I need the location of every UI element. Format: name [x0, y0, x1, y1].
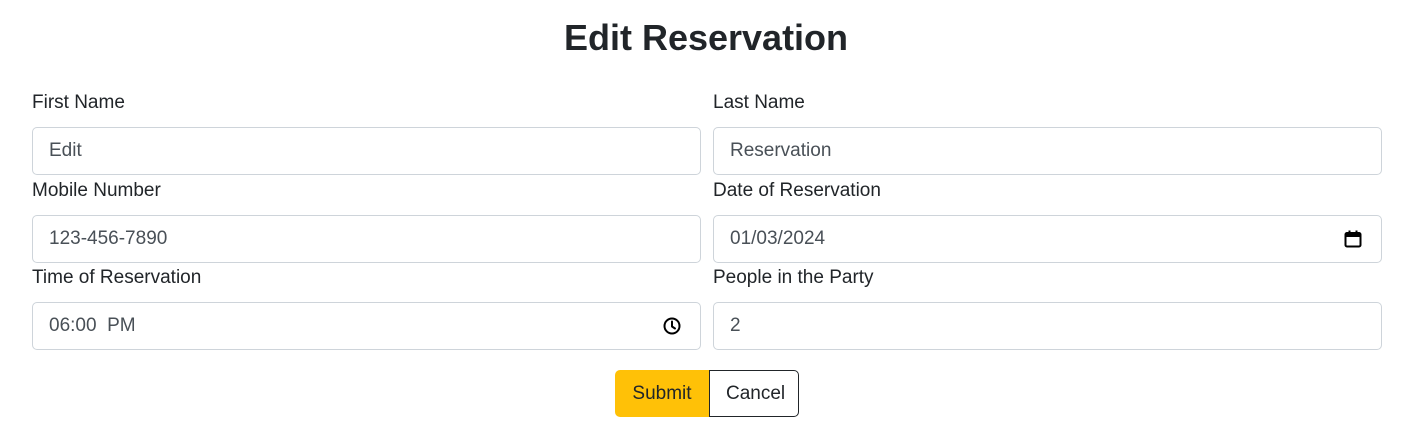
calendar-icon[interactable] [1343, 229, 1363, 249]
date-label: Date of Reservation [713, 180, 881, 201]
first-name-field: First Name Edit [32, 90, 701, 175]
first-name-input[interactable]: Edit [32, 127, 701, 175]
time-label: Time of Reservation [32, 267, 202, 288]
time-value: 06:00 PM [49, 315, 136, 336]
mobile-number-label: Mobile Number [32, 180, 161, 201]
submit-button[interactable]: Submit [615, 370, 709, 417]
cancel-button[interactable]: Cancel [709, 370, 799, 417]
time-field: Time of Reservation 06:00 PM [32, 265, 701, 350]
date-input[interactable]: 01/03/2024 [713, 215, 1382, 263]
date-field: Date of Reservation 01/03/2024 [713, 178, 1382, 263]
last-name-value: Reservation [730, 140, 832, 161]
clock-icon[interactable] [662, 316, 682, 336]
form-buttons: Submit Cancel [615, 370, 799, 417]
people-value: 2 [730, 315, 741, 336]
first-name-label: First Name [32, 92, 125, 113]
people-field: People in the Party 2 [713, 265, 1382, 350]
first-name-value: Edit [49, 140, 82, 161]
people-label: People in the Party [713, 267, 874, 288]
edit-reservation-page: Edit Reservation First Name Edit Last Na… [0, 0, 1412, 446]
date-value: 01/03/2024 [730, 228, 826, 249]
last-name-input[interactable]: Reservation [713, 127, 1382, 175]
last-name-label: Last Name [713, 92, 805, 113]
time-input[interactable]: 06:00 PM [32, 302, 701, 350]
mobile-number-input[interactable]: 123-456-7890 [32, 215, 701, 263]
people-input[interactable]: 2 [713, 302, 1382, 350]
page-title: Edit Reservation [563, 17, 849, 58]
mobile-number-field: Mobile Number 123-456-7890 [32, 178, 701, 263]
last-name-field: Last Name Reservation [713, 90, 1382, 175]
mobile-number-value: 123-456-7890 [49, 228, 168, 249]
